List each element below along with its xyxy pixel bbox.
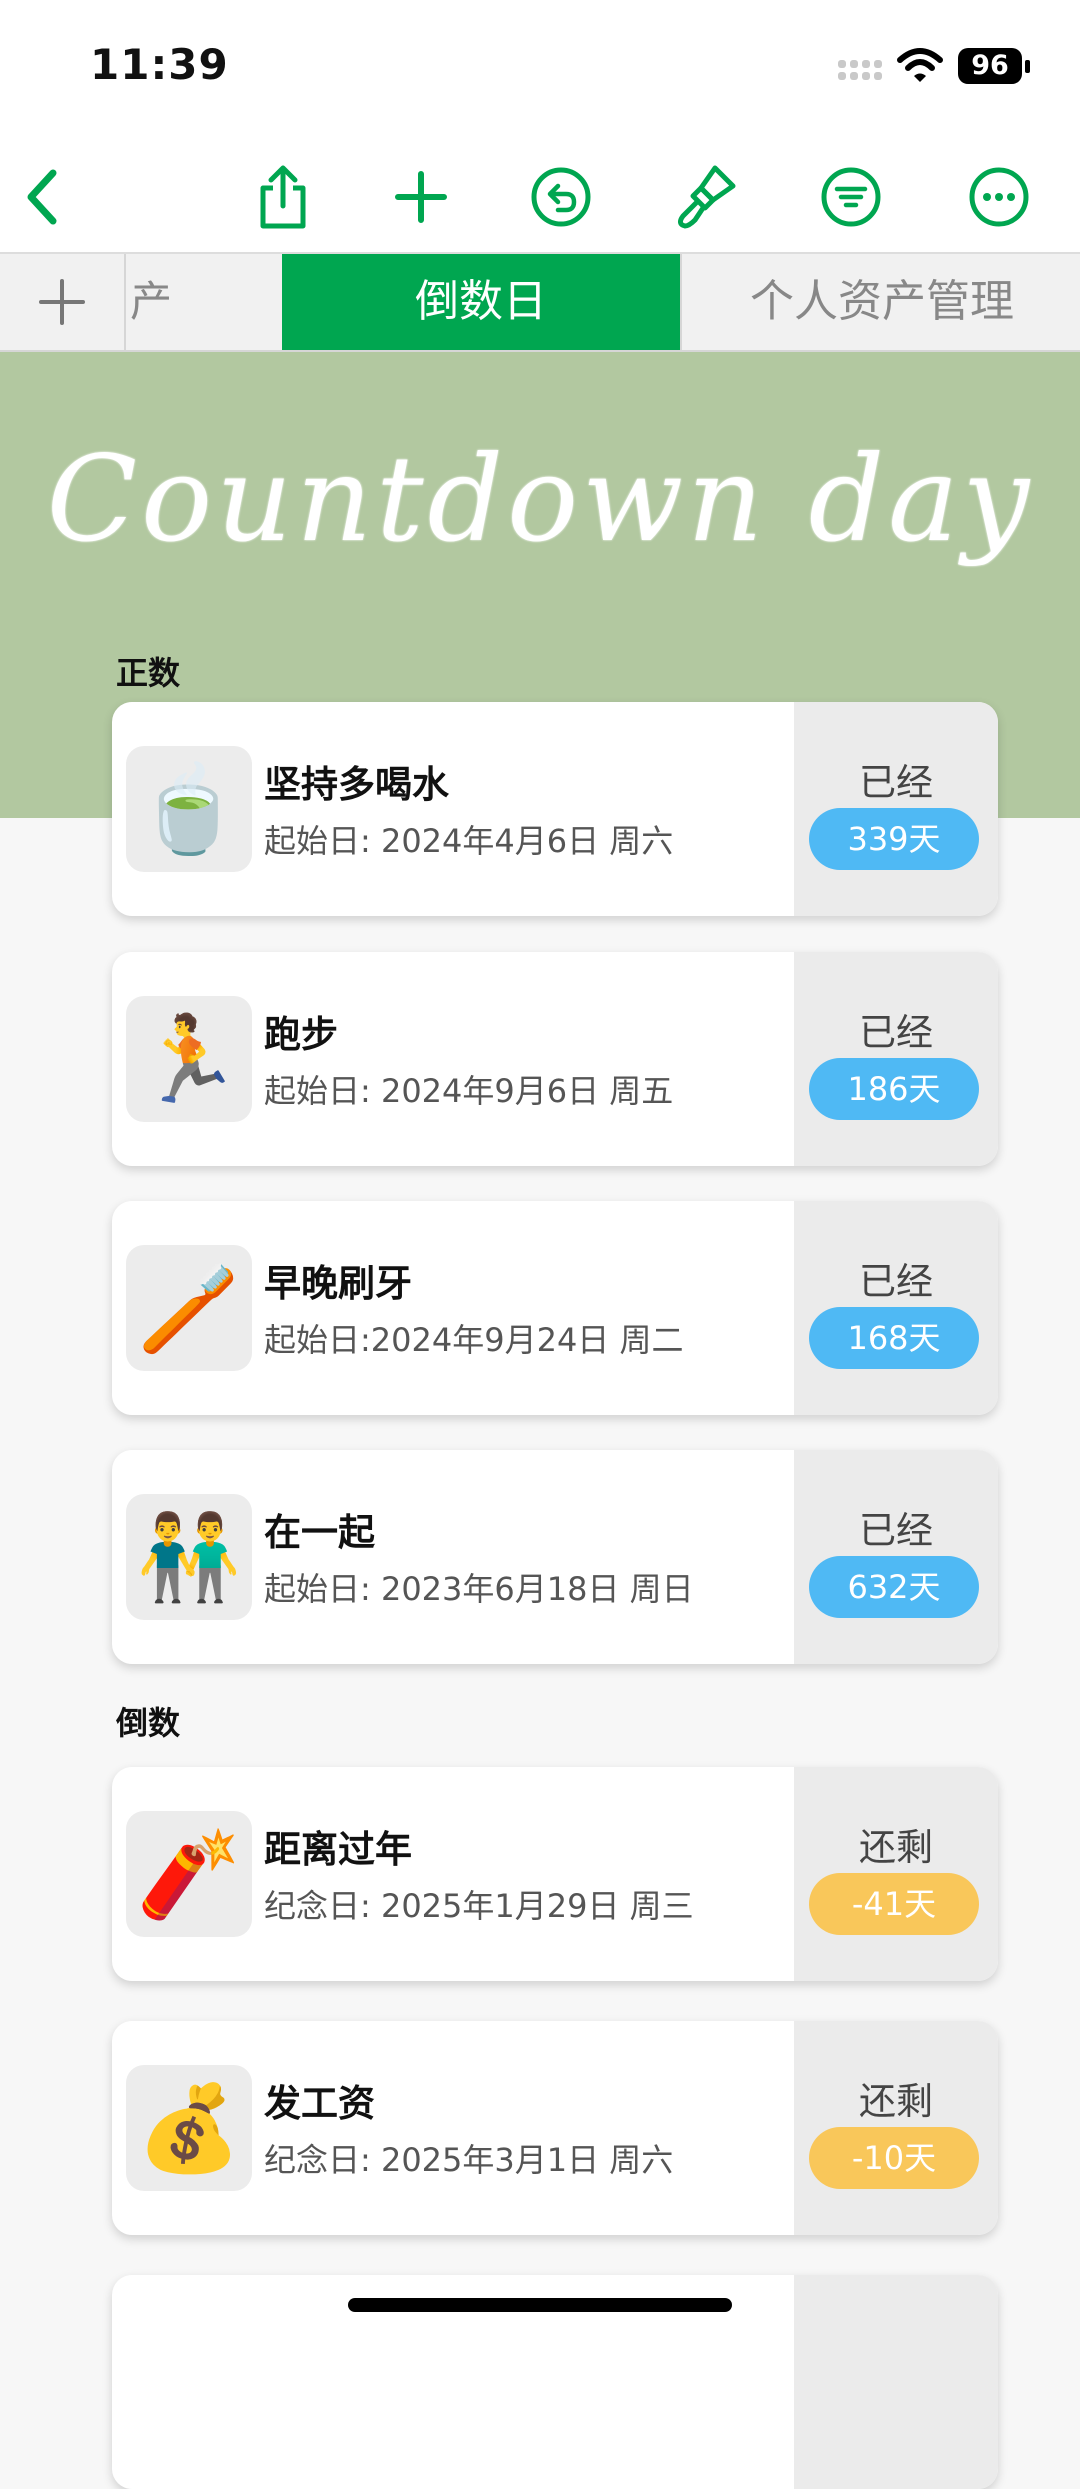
section-label-forward: 正数 bbox=[116, 654, 181, 692]
status-time: 11:39 bbox=[90, 40, 229, 89]
more-icon[interactable] bbox=[964, 162, 1034, 232]
card-status: 已经 bbox=[859, 761, 933, 804]
card-status-panel bbox=[794, 2275, 998, 2489]
card-date: 纪念日: 2025年1月29日 周三 bbox=[264, 1887, 694, 1925]
home-indicator bbox=[348, 2298, 732, 2312]
running-icon: 🏃 bbox=[126, 996, 252, 1122]
wifi-icon bbox=[897, 48, 943, 82]
card-status-panel: 已经 632天 bbox=[794, 1450, 998, 1664]
card-title: 在一起 bbox=[264, 1511, 375, 1554]
status-bar: 11:39 96 bbox=[0, 0, 1080, 140]
days-badge: 186天 bbox=[809, 1058, 979, 1120]
card-status-panel: 已经 186天 bbox=[794, 952, 998, 1166]
card-status-panel: 已经 339天 bbox=[794, 702, 998, 916]
money-bag-icon: 💰 bbox=[126, 2065, 252, 2191]
card-date: 起始日:2024年9月24日 周二 bbox=[264, 1321, 684, 1359]
tab-asset-management[interactable]: 个人资产管理 bbox=[680, 254, 1080, 350]
card-status: 已经 bbox=[859, 1011, 933, 1054]
tab-countdown[interactable]: 倒数日 bbox=[282, 254, 680, 350]
share-icon[interactable] bbox=[248, 162, 318, 232]
days-badge: 168天 bbox=[809, 1307, 979, 1369]
cellular-signal-icon bbox=[838, 58, 888, 88]
card-status: 已经 bbox=[859, 1509, 933, 1552]
toothbrush-icon: 🪥 bbox=[126, 1245, 252, 1371]
tab-partial[interactable]: 产 bbox=[126, 254, 282, 350]
countdown-card[interactable]: 👬 在一起 起始日: 2023年6月18日 周日 已经 632天 bbox=[112, 1450, 998, 1664]
sheet-tabs: 产 倒数日 个人资产管理 bbox=[0, 254, 1080, 352]
countdown-card[interactable]: 🧨 距离过年 纪念日: 2025年1月29日 周三 还剩 -41天 bbox=[112, 1767, 998, 1981]
countdown-card[interactable]: 🪥 早晚刷牙 起始日:2024年9月24日 周二 已经 168天 bbox=[112, 1201, 998, 1415]
countdown-card[interactable]: 🍵 坚持多喝水 起始日: 2024年4月6日 周六 已经 339天 bbox=[112, 702, 998, 916]
toolbar bbox=[0, 140, 1080, 254]
add-sheet-button[interactable] bbox=[0, 254, 126, 350]
card-title: 跑步 bbox=[264, 1013, 338, 1056]
filter-icon[interactable] bbox=[816, 162, 886, 232]
card-status: 还剩 bbox=[859, 2080, 933, 2123]
plus-icon[interactable] bbox=[386, 162, 456, 232]
countdown-card[interactable]: 🏃 跑步 起始日: 2024年9月6日 周五 已经 186天 bbox=[112, 952, 998, 1166]
card-status: 已经 bbox=[859, 1260, 933, 1303]
firecracker-icon: 🧨 bbox=[126, 1811, 252, 1937]
days-badge: 339天 bbox=[809, 808, 979, 870]
battery-tip bbox=[1025, 60, 1030, 73]
section-label-countdown: 倒数 bbox=[116, 1704, 181, 1742]
card-date: 起始日: 2024年9月6日 周五 bbox=[264, 1072, 674, 1110]
days-badge: 632天 bbox=[809, 1556, 979, 1618]
card-status-panel: 已经 168天 bbox=[794, 1201, 998, 1415]
back-chevron-icon[interactable] bbox=[8, 162, 78, 232]
undo-icon[interactable] bbox=[526, 162, 596, 232]
days-badge: -10天 bbox=[809, 2127, 979, 2189]
countdown-card[interactable]: 💰 发工资 纪念日: 2025年3月1日 周六 还剩 -10天 bbox=[112, 2021, 998, 2235]
days-badge: -41天 bbox=[809, 1873, 979, 1935]
card-status: 还剩 bbox=[859, 1826, 933, 1869]
card-title: 坚持多喝水 bbox=[264, 763, 449, 806]
card-title: 早晚刷牙 bbox=[264, 1262, 412, 1305]
card-date: 起始日: 2023年6月18日 周日 bbox=[264, 1570, 694, 1608]
card-date: 纪念日: 2025年3月1日 周六 bbox=[264, 2141, 674, 2179]
card-title: 发工资 bbox=[264, 2082, 375, 2125]
card-title: 距离过年 bbox=[264, 1828, 412, 1871]
card-date: 起始日: 2024年4月6日 周六 bbox=[264, 822, 674, 860]
paintbrush-icon[interactable] bbox=[670, 162, 740, 232]
card-status-panel: 还剩 -10天 bbox=[794, 2021, 998, 2235]
banner-title: Countdown day bbox=[46, 430, 1034, 568]
tea-icon: 🍵 bbox=[126, 746, 252, 872]
plus-icon bbox=[39, 279, 85, 325]
couple-icon: 👬 bbox=[126, 1494, 252, 1620]
battery-indicator: 96 bbox=[958, 48, 1022, 84]
card-status-panel: 还剩 -41天 bbox=[794, 1767, 998, 1981]
